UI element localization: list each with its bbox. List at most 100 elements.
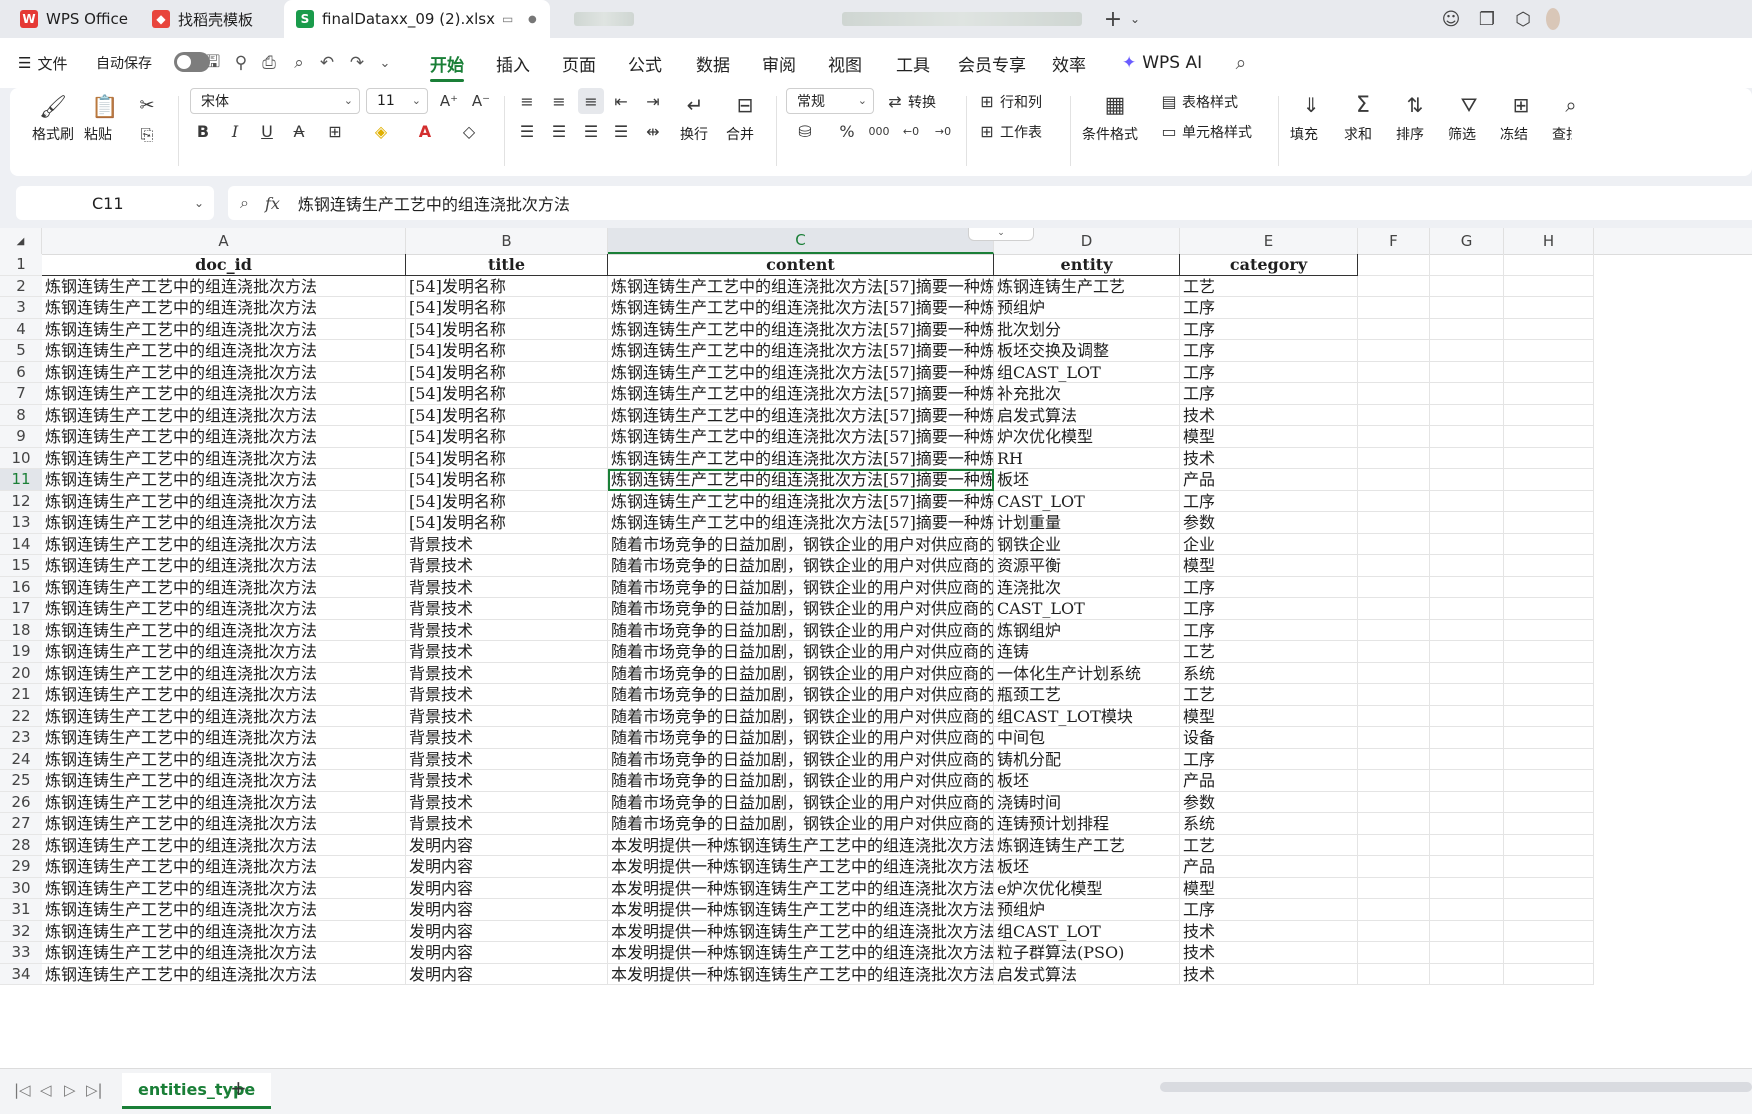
empty-cell[interactable]: [1358, 619, 1430, 641]
cell-doc_id[interactable]: 炼钢连铸生产工艺中的组连浇批次方法: [42, 877, 406, 899]
cell-category[interactable]: 产品: [1180, 469, 1358, 491]
cell-doc_id[interactable]: 炼钢连铸生产工艺中的组连浇批次方法: [42, 490, 406, 512]
avatar[interactable]: [1546, 8, 1560, 30]
cell-title[interactable]: [54]发明名称: [406, 297, 608, 319]
column-header-b[interactable]: B: [406, 228, 608, 254]
empty-cell[interactable]: [1430, 856, 1504, 878]
cell-title[interactable]: [54]发明名称: [406, 469, 608, 491]
cell-category[interactable]: 工序: [1180, 598, 1358, 620]
row-header[interactable]: 18: [0, 619, 42, 641]
tab-page[interactable]: 页面: [562, 38, 596, 88]
cell-title[interactable]: [54]发明名称: [406, 318, 608, 340]
cell-content[interactable]: 随着市场竞争的日益加剧，钢铁企业的用户对供应商的: [608, 705, 994, 727]
formula-input[interactable]: ⌕ fx 炼钢连铸生产工艺中的组连浇批次方法: [228, 186, 1752, 220]
cell-doc_id[interactable]: 炼钢连铸生产工艺中的组连浇批次方法: [42, 361, 406, 383]
cube-icon[interactable]: ⬡: [1512, 8, 1534, 30]
cell-entity[interactable]: 组CAST_LOT: [994, 361, 1180, 383]
empty-cell[interactable]: [1358, 555, 1430, 577]
empty-cell[interactable]: [1358, 813, 1430, 835]
cell-doc_id[interactable]: 炼钢连铸生产工艺中的组连浇批次方法: [42, 318, 406, 340]
row-header[interactable]: 4: [0, 318, 42, 340]
fx-icon[interactable]: fx: [265, 194, 280, 213]
cell-title[interactable]: 背景技术: [406, 641, 608, 663]
table-style-button[interactable]: 表格样式: [1182, 92, 1238, 112]
empty-cell[interactable]: [1430, 361, 1504, 383]
header-cell-doc_id[interactable]: doc_id: [42, 254, 406, 276]
empty-cell[interactable]: [1504, 684, 1594, 706]
row-header[interactable]: 14: [0, 533, 42, 555]
row-header[interactable]: 32: [0, 920, 42, 942]
currency-icon[interactable]: ⛁: [792, 120, 818, 142]
row-header[interactable]: 25: [0, 770, 42, 792]
cell-content[interactable]: 炼钢连铸生产工艺中的组连浇批次方法[57]摘要一种炼: [608, 426, 994, 448]
tab-spreadsheet-file[interactable]: S finalDataxx_09 (2).xlsx ▭ ●: [284, 0, 550, 38]
cell-entity[interactable]: 补充批次: [994, 383, 1180, 405]
file-menu[interactable]: ☰ 文件: [18, 38, 67, 88]
empty-cell[interactable]: [1430, 576, 1504, 598]
cell-category[interactable]: 工艺: [1180, 275, 1358, 297]
wrap-text-button[interactable]: 换行: [680, 124, 708, 144]
cell-doc_id[interactable]: 炼钢连铸生产工艺中的组连浇批次方法: [42, 963, 406, 985]
decimal-decrease-icon[interactable]: →0: [930, 120, 956, 142]
empty-cell[interactable]: [1358, 275, 1430, 297]
row-header[interactable]: 3: [0, 297, 42, 319]
decimal-increase-icon[interactable]: ←0: [898, 120, 924, 142]
row-header[interactable]: 34: [0, 963, 42, 985]
empty-cell[interactable]: [1430, 942, 1504, 964]
cell-entity[interactable]: 板坯: [994, 469, 1180, 491]
window-icon[interactable]: ❐: [1476, 8, 1498, 30]
row-header[interactable]: 21: [0, 684, 42, 706]
cell-title[interactable]: 发明内容: [406, 834, 608, 856]
row-header[interactable]: 23: [0, 727, 42, 749]
cell-doc_id[interactable]: 炼钢连铸生产工艺中的组连浇批次方法: [42, 297, 406, 319]
print-icon[interactable]: ⎙: [258, 52, 280, 74]
rows-cols-button[interactable]: 行和列: [1000, 92, 1042, 112]
empty-cell[interactable]: [1430, 791, 1504, 813]
cell-title[interactable]: 背景技术: [406, 770, 608, 792]
tab-efficiency[interactable]: 效率: [1052, 38, 1086, 88]
undo-icon[interactable]: ↶: [316, 52, 338, 74]
empty-cell[interactable]: [1358, 340, 1430, 362]
name-box[interactable]: C11 ⌄: [16, 186, 214, 220]
cell-doc_id[interactable]: 炼钢连铸生产工艺中的组连浇批次方法: [42, 770, 406, 792]
cell-content[interactable]: 随着市场竞争的日益加剧，钢铁企业的用户对供应商的: [608, 791, 994, 813]
cell-category[interactable]: 工序: [1180, 318, 1358, 340]
empty-cell[interactable]: [1504, 361, 1594, 383]
cell-doc_id[interactable]: 炼钢连铸生产工艺中的组连浇批次方法: [42, 383, 406, 405]
empty-cell[interactable]: [1504, 834, 1594, 856]
cell-doc_id[interactable]: 炼钢连铸生产工艺中的组连浇批次方法: [42, 856, 406, 878]
empty-cell[interactable]: [1358, 447, 1430, 469]
cell-entity[interactable]: RH: [994, 447, 1180, 469]
cell-content[interactable]: 炼钢连铸生产工艺中的组连浇批次方法[57]摘要一种炼: [608, 275, 994, 297]
empty-cell[interactable]: [1504, 404, 1594, 426]
row-header[interactable]: 2: [0, 275, 42, 297]
indent-decrease-icon[interactable]: ⇤: [610, 90, 632, 112]
cell-doc_id[interactable]: 炼钢连铸生产工艺中的组连浇批次方法: [42, 619, 406, 641]
wps-ai-button[interactable]: ✦ WPS AI: [1122, 38, 1202, 88]
cell-content[interactable]: 随着市场竞争的日益加剧，钢铁企业的用户对供应商的: [608, 662, 994, 684]
empty-cell[interactable]: [1504, 791, 1594, 813]
convert-button[interactable]: 转换: [908, 92, 936, 112]
cell-doc_id[interactable]: 炼钢连铸生产工艺中的组连浇批次方法: [42, 748, 406, 770]
row-header[interactable]: 29: [0, 856, 42, 878]
empty-cell[interactable]: [1358, 469, 1430, 491]
cell-entity[interactable]: 启发式算法: [994, 963, 1180, 985]
cell-doc_id[interactable]: 炼钢连铸生产工艺中的组连浇批次方法: [42, 576, 406, 598]
cell-category[interactable]: 工艺: [1180, 641, 1358, 663]
cell-doc_id[interactable]: 炼钢连铸生产工艺中的组连浇批次方法: [42, 641, 406, 663]
cell-content[interactable]: 炼钢连铸生产工艺中的组连浇批次方法[57]摘要一种炼: [608, 361, 994, 383]
cell-category[interactable]: 系统: [1180, 813, 1358, 835]
cell-content[interactable]: 随着市场竞争的日益加剧，钢铁企业的用户对供应商的: [608, 619, 994, 641]
row-header[interactable]: 27: [0, 813, 42, 835]
sort-button[interactable]: 排序: [1396, 124, 1424, 144]
cell-style-button[interactable]: 单元格样式: [1182, 122, 1252, 142]
zoom-icon[interactable]: ⌕: [240, 193, 249, 213]
cell-entity[interactable]: 连浇批次: [994, 576, 1180, 598]
row-header[interactable]: 24: [0, 748, 42, 770]
empty-cell[interactable]: [1358, 899, 1430, 921]
cell-category[interactable]: 参数: [1180, 791, 1358, 813]
column-header-e[interactable]: E: [1180, 228, 1358, 254]
font-size-select[interactable]: 11 ⌄: [366, 88, 428, 114]
empty-cell[interactable]: [1430, 533, 1504, 555]
row-header[interactable]: 30: [0, 877, 42, 899]
